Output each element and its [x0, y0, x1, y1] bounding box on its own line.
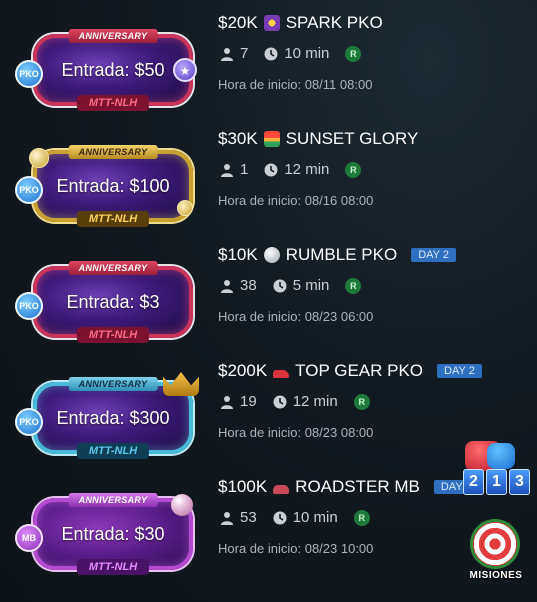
game-format: MTT-NLH	[76, 443, 150, 459]
person-icon	[221, 395, 233, 409]
gem-icon	[171, 494, 193, 516]
anniversary-ribbon: ANNIVERSARY	[68, 493, 158, 507]
race-car-icon	[273, 370, 290, 378]
entry-fee: Entrada: $30	[61, 524, 165, 544]
counter-digit: 1	[486, 469, 507, 495]
start-time: Hora de inicio: 08/16 08:00	[218, 193, 374, 208]
tournament-row-spark-pko[interactable]: ANNIVERSARY PKO Entrada: $50 ★ MTT-NLH $…	[0, 0, 537, 116]
prize-amount: $100K	[218, 477, 268, 496]
crown-icon	[163, 372, 199, 396]
tournament-name: ROADSTER MB	[295, 477, 420, 496]
game-format: MTT-NLH	[76, 559, 150, 575]
tournament-title: $100K ROADSTER MB DAY 2	[218, 477, 479, 497]
prize-amount: $20K	[218, 13, 258, 32]
clock-icon	[264, 163, 278, 176]
tournament-badge[interactable]: ANNIVERSARY PKO Entrada: $50 ★ MTT-NLH	[15, 29, 197, 111]
entry-fee: Entrada: $300	[56, 408, 170, 428]
tournament-name: SUNSET GLORY	[285, 129, 419, 148]
duration: 10 min	[292, 509, 338, 526]
duration: 12 min	[284, 161, 330, 178]
r-badge: R	[353, 509, 370, 526]
player-count: 1	[240, 161, 249, 178]
counter-digit: 3	[509, 469, 530, 495]
player-count: 53	[240, 509, 257, 526]
day-badge: DAY 2	[437, 364, 482, 378]
prize-amount: $30K	[218, 129, 258, 148]
duration: 10 min	[284, 45, 330, 62]
tournament-badge[interactable]: ANNIVERSARY PKO Entrada: $3 MTT-NLH	[15, 261, 193, 343]
player-count: 7	[240, 45, 249, 62]
tournament-stats: 19 12 min R	[220, 393, 370, 410]
r-badge: R	[345, 45, 362, 62]
duration: 5 min	[292, 277, 330, 294]
r-badge: R	[345, 161, 362, 178]
tournament-name: SPARK PKO	[285, 13, 383, 32]
counter-digit: 2	[463, 469, 484, 495]
coin-icon	[29, 148, 49, 168]
person-icon	[221, 163, 233, 177]
r-badge: R	[345, 277, 362, 294]
tournament-title: $10K RUMBLE PKO DAY 2	[218, 245, 456, 265]
car-icon	[273, 485, 290, 494]
player-count: 38	[240, 277, 257, 294]
tournament-row-rumble-pko[interactable]: ANNIVERSARY PKO Entrada: $3 MTT-NLH $10K…	[0, 232, 537, 348]
tournament-row-sunset-glory[interactable]: ANNIVERSARY PKO Entrada: $100 MTT-NLH $3…	[0, 116, 537, 232]
anniversary-ribbon: ANNIVERSARY	[68, 261, 158, 275]
clock-icon	[273, 395, 287, 408]
entry-fee: Entrada: $100	[56, 176, 170, 196]
tournament-badge[interactable]: ANNIVERSARY PKO Entrada: $100 MTT-NLH	[15, 145, 193, 227]
start-time: Hora de inicio: 08/11 08:00	[218, 77, 373, 92]
anniversary-ribbon: ANNIVERSARY	[68, 29, 158, 43]
tournament-stats: 38 5 min R	[220, 277, 362, 294]
start-time: Hora de inicio: 08/23 08:00	[218, 425, 374, 440]
game-format: MTT-NLH	[76, 327, 150, 343]
tournament-row-top-gear-pko[interactable]: ANNIVERSARY PKO Entrada: $300 MTT-NLH $2…	[0, 348, 537, 464]
person-icon	[221, 279, 233, 293]
tournament-badge[interactable]: ANNIVERSARY PKO Entrada: $300 MTT-NLH	[15, 372, 199, 459]
lucky-counter-widget[interactable]: 2 1 3	[461, 441, 530, 501]
tournament-stats: 1 12 min R	[220, 161, 362, 178]
counter-digits: 2 1 3	[463, 469, 530, 495]
tournament-title: $30K SUNSET GLORY	[218, 129, 418, 149]
tournament-name: TOP GEAR PKO	[295, 361, 424, 380]
clock-icon	[264, 47, 278, 60]
ball-icon	[263, 247, 280, 263]
tournament-stats: 7 10 min R	[220, 45, 362, 62]
person-icon	[221, 511, 233, 525]
game-format: MTT-NLH	[76, 211, 150, 227]
missions-label: MISIONES	[469, 570, 523, 581]
clock-icon	[273, 511, 287, 524]
blue-chip-stack-icon	[487, 443, 515, 469]
coin-icon	[177, 200, 193, 216]
duration: 12 min	[292, 393, 338, 410]
clock-icon	[273, 279, 287, 292]
target-icon	[473, 522, 517, 566]
start-time: Hora de inicio: 08/23 10:00	[218, 541, 374, 556]
day-badge: DAY 2	[411, 248, 456, 262]
star-icon: ★	[173, 58, 197, 82]
tournament-title: $20K SPARK PKO	[218, 13, 383, 33]
anniversary-ribbon: ANNIVERSARY	[68, 145, 158, 159]
sunset-icon	[263, 131, 280, 147]
entry-fee: Entrada: $3	[66, 292, 160, 312]
tournament-badge[interactable]: ANNIVERSARY MB Entrada: $30 MTT-NLH	[15, 493, 193, 575]
missions-button[interactable]: MISIONES	[461, 520, 531, 586]
start-time: Hora de inicio: 08/23 06:00	[218, 309, 374, 324]
player-count: 19	[240, 393, 257, 410]
tournament-row-roadster-mb[interactable]: ANNIVERSARY MB Entrada: $30 MTT-NLH $100…	[0, 464, 537, 580]
prize-amount: $200K	[218, 361, 268, 380]
anniversary-ribbon: ANNIVERSARY	[68, 377, 158, 391]
r-badge: R	[353, 393, 370, 410]
tournament-stats: 53 10 min R	[220, 509, 370, 526]
prize-amount: $10K	[218, 245, 258, 264]
tournament-name: RUMBLE PKO	[285, 245, 398, 264]
person-icon	[221, 47, 233, 61]
tournament-title: $200K TOP GEAR PKO DAY 2	[218, 361, 482, 381]
game-format: MTT-NLH	[76, 95, 150, 111]
entry-fee: Entrada: $50	[61, 60, 165, 80]
spark-icon	[263, 15, 280, 31]
